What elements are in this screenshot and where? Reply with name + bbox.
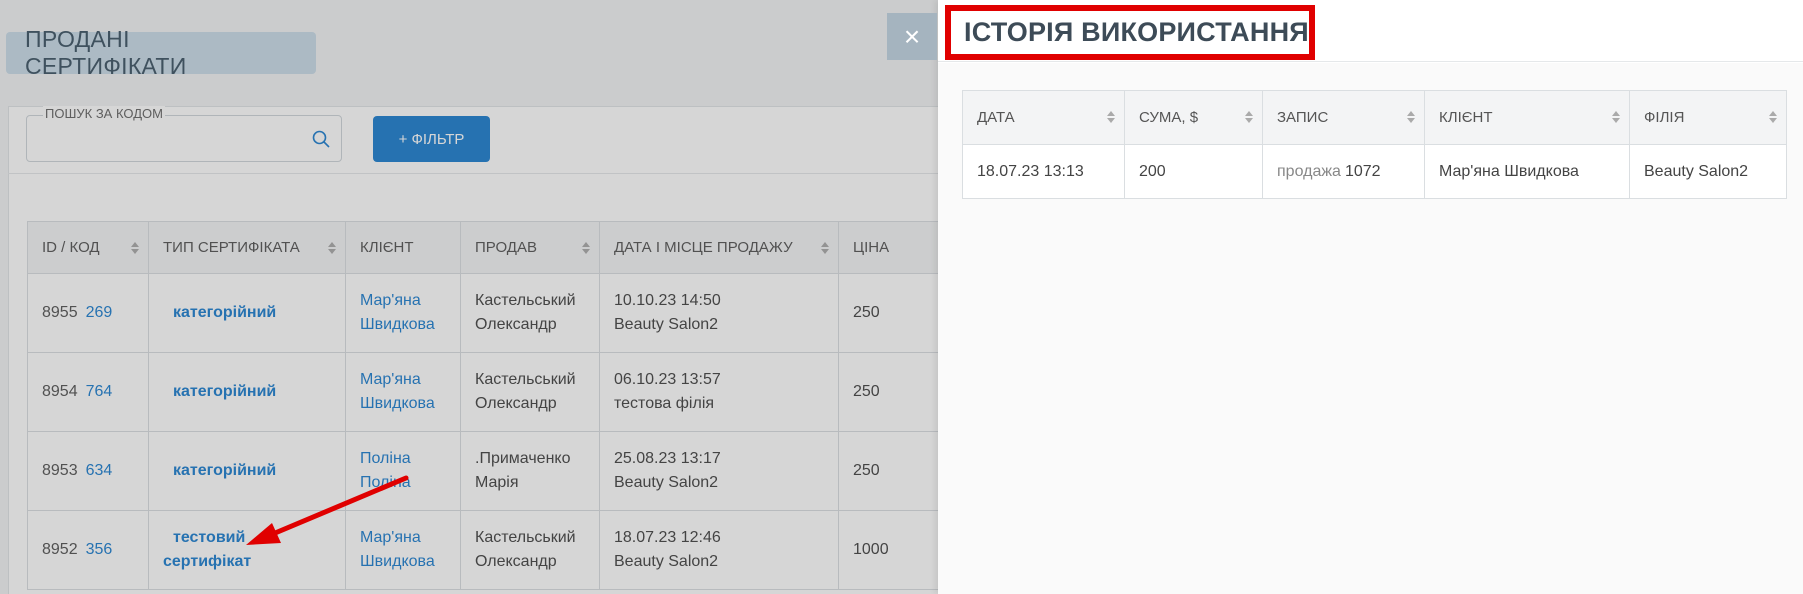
usage-history-table: ДАТА СУМА, $ ЗАПИС КЛІЄНТ ФІЛІЯ 18.07.23… [962, 90, 1787, 199]
record-type: продажа [1277, 162, 1341, 180]
modal-body: ДАТА СУМА, $ ЗАПИС КЛІЄНТ ФІЛІЯ 18.07.23… [938, 63, 1803, 594]
history-header-row: ДАТА СУМА, $ ЗАПИС КЛІЄНТ ФІЛІЯ [962, 90, 1787, 145]
column-header-amount[interactable]: СУМА, $ [1124, 90, 1263, 145]
modal-backdrop[interactable] [0, 0, 938, 594]
sort-arrows-icon[interactable] [1611, 110, 1621, 124]
history-date: 18.07.23 13:13 [962, 144, 1125, 199]
modal-header: ІСТОРІЯ ВИКОРИСТАННЯ [938, 0, 1803, 62]
history-record: продажа 1072 [1262, 144, 1425, 199]
history-amount: 200 [1124, 144, 1263, 199]
column-header-client[interactable]: КЛІЄНТ [1424, 90, 1630, 145]
sort-arrows-icon[interactable] [1106, 110, 1116, 124]
usage-history-modal: ІСТОРІЯ ВИКОРИСТАННЯ ДАТА СУМА, $ ЗАПИС … [938, 0, 1803, 594]
history-row: 18.07.23 13:13 200 продажа 1072 Мар'яна Ш… [962, 144, 1787, 199]
history-client: Мар'яна Швидкова [1424, 144, 1630, 199]
close-icon[interactable]: × [887, 13, 937, 60]
sort-arrows-icon[interactable] [1768, 110, 1778, 124]
modal-title: ІСТОРІЯ ВИКОРИСТАННЯ [945, 5, 1315, 60]
column-header-date[interactable]: ДАТА [962, 90, 1125, 145]
column-header-branch[interactable]: ФІЛІЯ [1629, 90, 1787, 145]
history-branch: Beauty Salon2 [1629, 144, 1787, 199]
sort-arrows-icon[interactable] [1244, 110, 1254, 124]
column-header-record[interactable]: ЗАПИС [1262, 90, 1425, 145]
sort-arrows-icon[interactable] [1406, 110, 1416, 124]
record-number: 1072 [1344, 162, 1381, 180]
